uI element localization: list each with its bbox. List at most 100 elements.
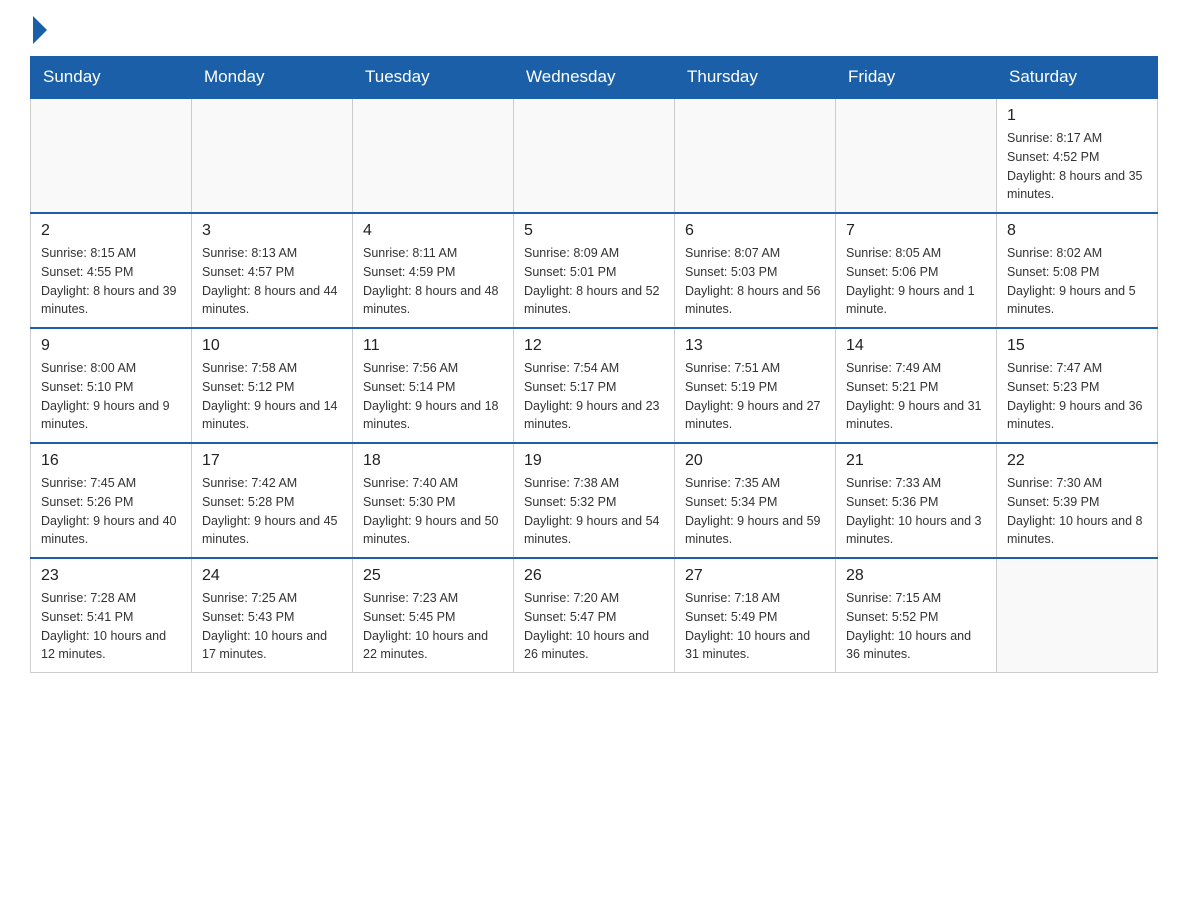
- calendar-cell: 11 Sunrise: 7:56 AMSunset: 5:14 PMDayligh…: [353, 328, 514, 443]
- calendar-cell: 6 Sunrise: 8:07 AMSunset: 5:03 PMDaylight…: [675, 213, 836, 328]
- day-number: 8: [1007, 222, 1147, 240]
- day-number: 7: [846, 222, 986, 240]
- day-number: 16: [41, 452, 181, 470]
- calendar-cell: 14 Sunrise: 7:49 AMSunset: 5:21 PMDayligh…: [836, 328, 997, 443]
- day-info: Sunrise: 7:35 AMSunset: 5:34 PMDaylight:…: [685, 474, 825, 549]
- day-info: Sunrise: 8:02 AMSunset: 5:08 PMDaylight:…: [1007, 244, 1147, 319]
- day-number: 10: [202, 337, 342, 355]
- calendar-header-wednesday: Wednesday: [514, 57, 675, 99]
- day-number: 12: [524, 337, 664, 355]
- day-info: Sunrise: 8:05 AMSunset: 5:06 PMDaylight:…: [846, 244, 986, 319]
- day-number: 1: [1007, 107, 1147, 125]
- calendar-table: SundayMondayTuesdayWednesdayThursdayFrid…: [30, 56, 1158, 673]
- logo-arrow-icon: [33, 16, 47, 44]
- calendar-cell: [31, 98, 192, 213]
- day-number: 19: [524, 452, 664, 470]
- day-number: 3: [202, 222, 342, 240]
- day-info: Sunrise: 8:15 AMSunset: 4:55 PMDaylight:…: [41, 244, 181, 319]
- day-info: Sunrise: 7:42 AMSunset: 5:28 PMDaylight:…: [202, 474, 342, 549]
- day-number: 27: [685, 567, 825, 585]
- calendar-header-thursday: Thursday: [675, 57, 836, 99]
- day-number: 23: [41, 567, 181, 585]
- day-info: Sunrise: 7:45 AMSunset: 5:26 PMDaylight:…: [41, 474, 181, 549]
- day-info: Sunrise: 7:30 AMSunset: 5:39 PMDaylight:…: [1007, 474, 1147, 549]
- calendar-cell: [353, 98, 514, 213]
- day-number: 28: [846, 567, 986, 585]
- day-number: 25: [363, 567, 503, 585]
- day-number: 13: [685, 337, 825, 355]
- calendar-header-tuesday: Tuesday: [353, 57, 514, 99]
- calendar-cell: 16 Sunrise: 7:45 AMSunset: 5:26 PMDayligh…: [31, 443, 192, 558]
- calendar-cell: 2 Sunrise: 8:15 AMSunset: 4:55 PMDaylight…: [31, 213, 192, 328]
- day-info: Sunrise: 8:09 AMSunset: 5:01 PMDaylight:…: [524, 244, 664, 319]
- calendar-cell: 17 Sunrise: 7:42 AMSunset: 5:28 PMDayligh…: [192, 443, 353, 558]
- calendar-cell: 18 Sunrise: 7:40 AMSunset: 5:30 PMDayligh…: [353, 443, 514, 558]
- calendar-cell: 7 Sunrise: 8:05 AMSunset: 5:06 PMDaylight…: [836, 213, 997, 328]
- calendar-week-row: 1 Sunrise: 8:17 AMSunset: 4:52 PMDaylight…: [31, 98, 1158, 213]
- calendar-cell: 15 Sunrise: 7:47 AMSunset: 5:23 PMDayligh…: [997, 328, 1158, 443]
- day-number: 20: [685, 452, 825, 470]
- day-info: Sunrise: 7:33 AMSunset: 5:36 PMDaylight:…: [846, 474, 986, 549]
- calendar-cell: [675, 98, 836, 213]
- calendar-cell: [836, 98, 997, 213]
- day-info: Sunrise: 7:49 AMSunset: 5:21 PMDaylight:…: [846, 359, 986, 434]
- day-info: Sunrise: 8:00 AMSunset: 5:10 PMDaylight:…: [41, 359, 181, 434]
- day-info: Sunrise: 7:15 AMSunset: 5:52 PMDaylight:…: [846, 589, 986, 664]
- calendar-header-row: SundayMondayTuesdayWednesdayThursdayFrid…: [31, 57, 1158, 99]
- calendar-cell: 19 Sunrise: 7:38 AMSunset: 5:32 PMDayligh…: [514, 443, 675, 558]
- calendar-week-row: 16 Sunrise: 7:45 AMSunset: 5:26 PMDayligh…: [31, 443, 1158, 558]
- day-number: 14: [846, 337, 986, 355]
- day-info: Sunrise: 7:23 AMSunset: 5:45 PMDaylight:…: [363, 589, 503, 664]
- day-info: Sunrise: 7:51 AMSunset: 5:19 PMDaylight:…: [685, 359, 825, 434]
- day-number: 5: [524, 222, 664, 240]
- day-number: 6: [685, 222, 825, 240]
- calendar-cell: [997, 558, 1158, 673]
- calendar-cell: 4 Sunrise: 8:11 AMSunset: 4:59 PMDaylight…: [353, 213, 514, 328]
- calendar-cell: 1 Sunrise: 8:17 AMSunset: 4:52 PMDaylight…: [997, 98, 1158, 213]
- calendar-cell: 9 Sunrise: 8:00 AMSunset: 5:10 PMDaylight…: [31, 328, 192, 443]
- day-number: 9: [41, 337, 181, 355]
- day-number: 11: [363, 337, 503, 355]
- day-number: 24: [202, 567, 342, 585]
- day-info: Sunrise: 7:54 AMSunset: 5:17 PMDaylight:…: [524, 359, 664, 434]
- calendar-cell: 21 Sunrise: 7:33 AMSunset: 5:36 PMDayligh…: [836, 443, 997, 558]
- day-info: Sunrise: 7:47 AMSunset: 5:23 PMDaylight:…: [1007, 359, 1147, 434]
- calendar-cell: [192, 98, 353, 213]
- calendar-cell: 5 Sunrise: 8:09 AMSunset: 5:01 PMDaylight…: [514, 213, 675, 328]
- calendar-cell: 13 Sunrise: 7:51 AMSunset: 5:19 PMDayligh…: [675, 328, 836, 443]
- day-info: Sunrise: 8:07 AMSunset: 5:03 PMDaylight:…: [685, 244, 825, 319]
- day-number: 17: [202, 452, 342, 470]
- calendar-week-row: 23Sunrise: 7:28 AMSunset: 5:41 PMDayligh…: [31, 558, 1158, 673]
- day-number: 21: [846, 452, 986, 470]
- calendar-cell: 23Sunrise: 7:28 AMSunset: 5:41 PMDayligh…: [31, 558, 192, 673]
- day-info: Sunrise: 8:11 AMSunset: 4:59 PMDaylight:…: [363, 244, 503, 319]
- calendar-week-row: 9 Sunrise: 8:00 AMSunset: 5:10 PMDaylight…: [31, 328, 1158, 443]
- day-number: 26: [524, 567, 664, 585]
- day-info: Sunrise: 7:40 AMSunset: 5:30 PMDaylight:…: [363, 474, 503, 549]
- day-info: Sunrise: 8:13 AMSunset: 4:57 PMDaylight:…: [202, 244, 342, 319]
- calendar-week-row: 2 Sunrise: 8:15 AMSunset: 4:55 PMDaylight…: [31, 213, 1158, 328]
- day-number: 15: [1007, 337, 1147, 355]
- day-info: Sunrise: 7:56 AMSunset: 5:14 PMDaylight:…: [363, 359, 503, 434]
- day-info: Sunrise: 7:38 AMSunset: 5:32 PMDaylight:…: [524, 474, 664, 549]
- day-info: Sunrise: 8:17 AMSunset: 4:52 PMDaylight:…: [1007, 129, 1147, 204]
- calendar-header-monday: Monday: [192, 57, 353, 99]
- calendar-cell: 22 Sunrise: 7:30 AMSunset: 5:39 PMDayligh…: [997, 443, 1158, 558]
- day-info: Sunrise: 7:58 AMSunset: 5:12 PMDaylight:…: [202, 359, 342, 434]
- day-info: Sunrise: 7:20 AMSunset: 5:47 PMDaylight:…: [524, 589, 664, 664]
- calendar-cell: 26 Sunrise: 7:20 AMSunset: 5:47 PMDayligh…: [514, 558, 675, 673]
- calendar-cell: [514, 98, 675, 213]
- day-number: 22: [1007, 452, 1147, 470]
- calendar-header-sunday: Sunday: [31, 57, 192, 99]
- calendar-cell: 20 Sunrise: 7:35 AMSunset: 5:34 PMDayligh…: [675, 443, 836, 558]
- calendar-cell: 10 Sunrise: 7:58 AMSunset: 5:12 PMDayligh…: [192, 328, 353, 443]
- day-number: 4: [363, 222, 503, 240]
- calendar-header-friday: Friday: [836, 57, 997, 99]
- calendar-cell: 12 Sunrise: 7:54 AMSunset: 5:17 PMDayligh…: [514, 328, 675, 443]
- day-number: 2: [41, 222, 181, 240]
- day-info: Sunrise: 7:18 AMSunset: 5:49 PMDaylight:…: [685, 589, 825, 664]
- day-number: 18: [363, 452, 503, 470]
- calendar-cell: 28 Sunrise: 7:15 AMSunset: 5:52 PMDayligh…: [836, 558, 997, 673]
- calendar-cell: 8 Sunrise: 8:02 AMSunset: 5:08 PMDaylight…: [997, 213, 1158, 328]
- page-header: [30, 20, 1158, 36]
